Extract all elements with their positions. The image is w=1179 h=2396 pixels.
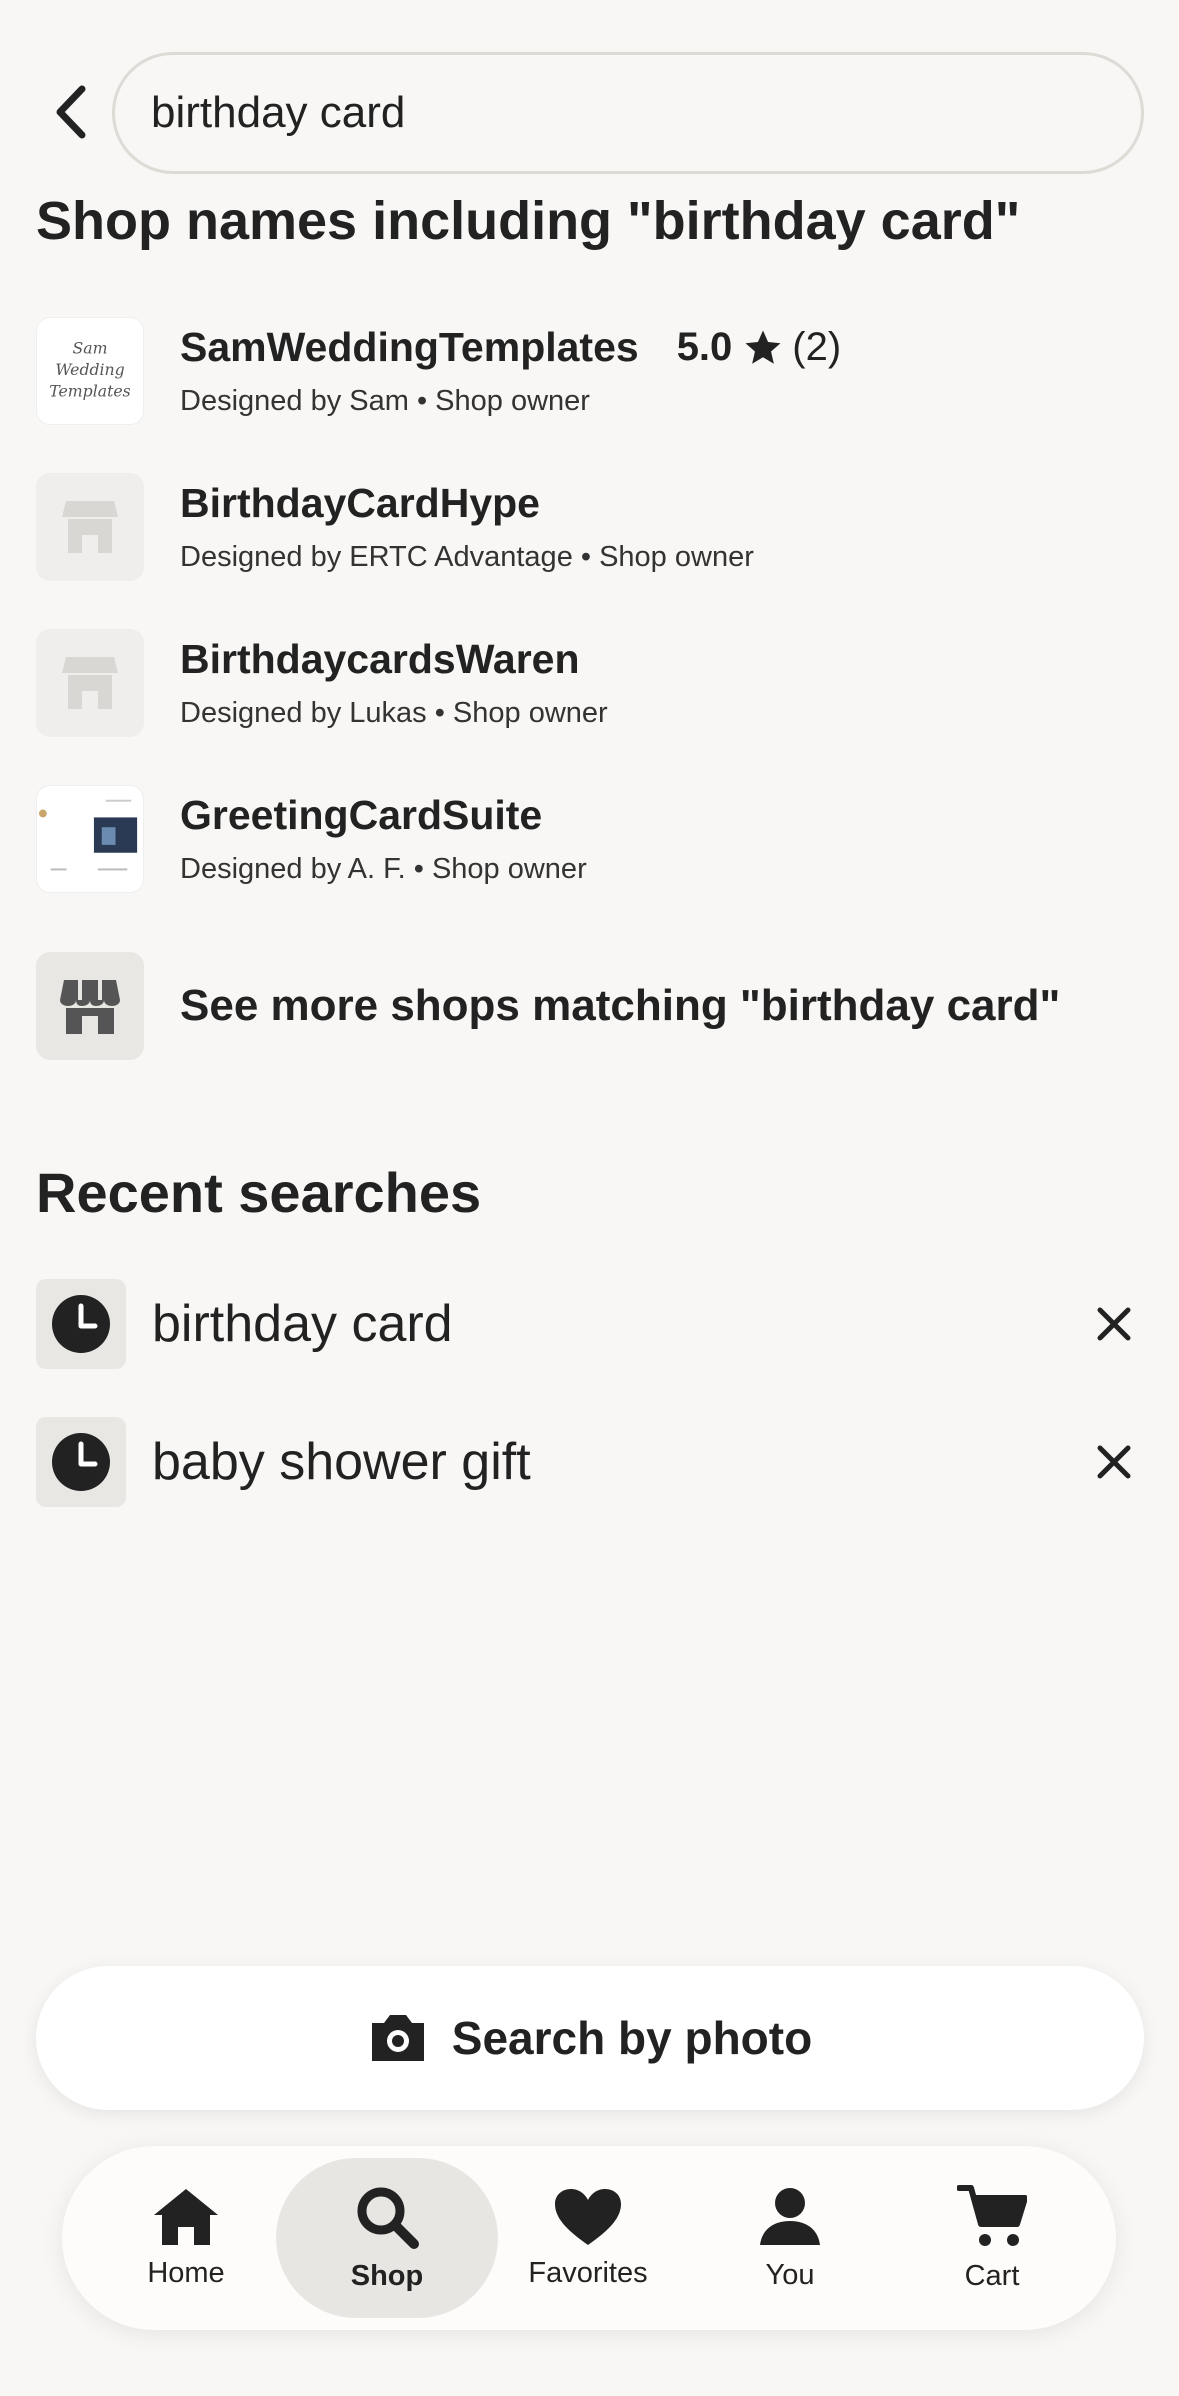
cart-icon [957,2184,1027,2246]
nav-home[interactable]: Home [86,2158,286,2318]
shop-name: BirthdaycardsWaren [180,636,580,682]
close-icon [1097,1307,1131,1341]
clock-icon [36,1279,126,1369]
remove-recent-search-button[interactable] [1084,1294,1144,1354]
shop-result-row[interactable]: GreetingCardSuite Designed by A. F. • Sh… [36,784,1136,894]
heart-icon [555,2188,621,2245]
see-more-label: See more shops matching "birthday card" [180,981,1061,1030]
shop-name: BirthdayCardHype [180,480,540,526]
search-header [0,0,1179,200]
shop-subtitle: Designed by A. F. • Shop owner [180,853,587,885]
back-button[interactable] [40,80,100,144]
nav-label: Home [147,2256,225,2289]
bottom-nav: Home Shop Favorites You Cart [62,2146,1116,2330]
nav-label: Favorites [528,2256,648,2289]
search-field[interactable] [112,52,1144,174]
recent-search-label: baby shower gift [152,1433,531,1491]
search-by-photo-label: Search by photo [451,2012,813,2064]
camera-icon [371,2015,424,2061]
home-icon [154,2188,218,2245]
rating-value: 5.0 [676,325,733,369]
shop-result-row[interactable]: BirthdayCardHype Designed by ERTC Advant… [36,472,1136,582]
chevron-left-icon [56,85,86,139]
nav-label: You [765,2258,815,2291]
shop-logo-text-1: Sam [73,338,108,357]
remove-recent-search-button[interactable] [1084,1432,1144,1492]
search-icon [357,2187,419,2249]
shop-name: GreetingCardSuite [180,792,543,838]
recent-search-item[interactable]: baby shower gift [36,1416,1144,1508]
review-count: (2) [792,325,842,369]
nav-you[interactable]: You [690,2158,890,2318]
nav-label: Cart [964,2259,1020,2292]
shop-image [36,785,144,893]
nav-shop[interactable]: Shop [276,2158,498,2318]
star-icon [745,330,781,364]
shop-result-row[interactable]: BirthdaycardsWaren Designed by Lukas • S… [36,628,1136,738]
nav-cart[interactable]: Cart [892,2158,1092,2318]
shop-subtitle: Designed by Lukas • Shop owner [180,697,608,729]
recent-search-label: birthday card [152,1295,453,1353]
shop-name: SamWeddingTemplates [180,324,639,370]
see-more-shops-link[interactable]: See more shops matching "birthday card" [36,952,1136,1060]
recent-search-item[interactable]: birthday card [36,1278,1144,1370]
shop-icon [36,952,144,1060]
shop-logo: Sam Wedding Templates [36,317,144,425]
shop-result-row[interactable]: Sam Wedding Templates SamWeddingTemplate… [36,316,1136,426]
shop-logo-text-2: Wedding [55,360,124,379]
shop-logo-text-3: Templates [49,382,130,401]
storefront-icon [36,629,144,737]
clock-icon [36,1417,126,1507]
nav-favorites[interactable]: Favorites [488,2158,688,2318]
search-by-photo-button[interactable]: Search by photo [36,1966,1144,2110]
recent-searches-heading: Recent searches [36,1161,482,1224]
shop-subtitle: Designed by ERTC Advantage • Shop owner [180,541,754,573]
storefront-icon [36,473,144,581]
search-input[interactable] [151,88,1141,138]
close-icon [1097,1445,1131,1479]
person-icon [760,2187,820,2245]
nav-label: Shop [350,2259,424,2292]
shop-subtitle: Designed by Sam • Shop owner [180,385,590,417]
shop-rating: 5.0 (2) [677,325,842,370]
